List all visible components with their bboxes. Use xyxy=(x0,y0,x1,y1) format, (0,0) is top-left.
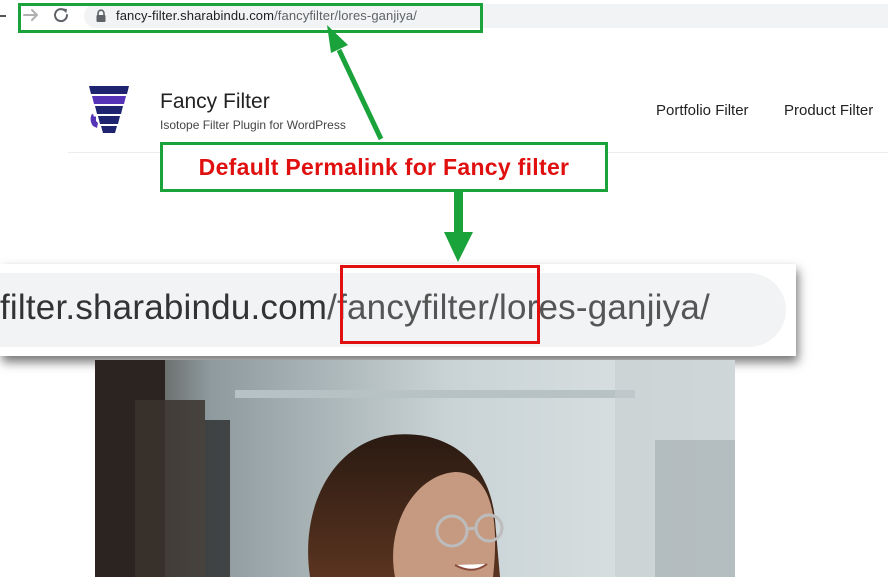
annotation-label: Default Permalink for Fancy filter xyxy=(198,154,570,180)
nav-product-filter[interactable]: Product Filter xyxy=(784,102,873,119)
nav-portfolio-filter[interactable]: Portfolio Filter xyxy=(656,102,749,119)
portfolio-photo xyxy=(95,360,735,577)
url-highlight-frame xyxy=(18,3,483,33)
annotation-callout: Default Permalink for Fancy filter xyxy=(160,142,608,192)
fancy-filter-logo xyxy=(89,86,129,133)
site-tagline: Isotope Filter Plugin for WordPress xyxy=(160,118,346,132)
arrow-down-to-zoom xyxy=(444,192,473,262)
zoomed-host: filter.sharabindu.com xyxy=(0,288,328,327)
site-title[interactable]: Fancy Filter xyxy=(160,90,270,114)
permalink-highlight-frame xyxy=(340,265,540,344)
back-button-edge[interactable] xyxy=(0,15,6,17)
